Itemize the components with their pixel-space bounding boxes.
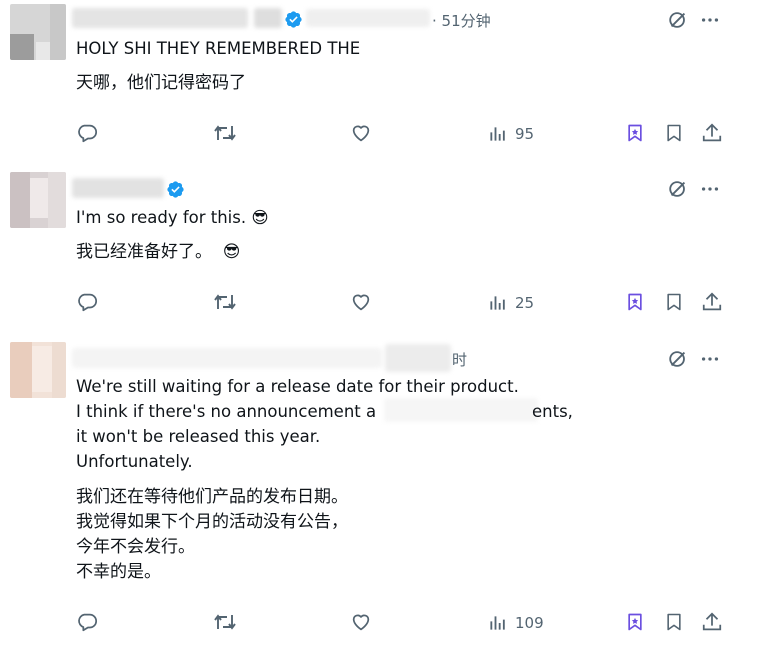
translation-text-line: 我觉得如果下个月的活动没有公告，	[76, 512, 348, 532]
bookmark-icon[interactable]	[664, 610, 684, 634]
translation-text-line: 天哪，他们记得密码了	[76, 73, 246, 93]
post-text-line: HOLY SHI THEY REMEMBERED THE	[76, 39, 361, 58]
share-icon[interactable]	[701, 610, 723, 634]
grok-icon[interactable]	[625, 290, 645, 314]
grok-icon[interactable]	[667, 9, 689, 31]
bookmark-icon[interactable]	[664, 121, 684, 145]
like-icon[interactable]	[350, 290, 372, 314]
views-icon[interactable]	[488, 611, 508, 635]
reply-icon[interactable]	[76, 121, 98, 145]
verified-badge-icon	[167, 181, 184, 198]
reply-icon[interactable]	[76, 610, 98, 634]
post-text-line: it won't be released this year.	[76, 427, 321, 446]
retweet-icon[interactable]	[213, 610, 237, 634]
views-count[interactable]: 95	[515, 125, 534, 143]
post-text-line: ents,	[532, 402, 573, 421]
bookmark-icon[interactable]	[664, 290, 684, 314]
reply-icon[interactable]	[76, 290, 98, 314]
grok-icon[interactable]	[667, 178, 689, 200]
post-text-line: Unfortunately.	[76, 452, 193, 471]
author-name-redacted[interactable]	[72, 8, 248, 28]
more-icon[interactable]	[699, 9, 721, 31]
views-icon[interactable]	[488, 291, 508, 315]
avatar[interactable]	[10, 172, 66, 228]
post-text-line: I think if there's no announcement a	[76, 402, 377, 421]
avatar[interactable]	[10, 342, 66, 398]
post-text-line: I'm so ready for this. 😎	[76, 208, 269, 227]
translation-text-line: 我们还在等待他们产品的发布日期。	[76, 487, 348, 507]
like-icon[interactable]	[350, 121, 372, 145]
handle-redacted[interactable]	[306, 9, 430, 27]
author-name-redacted[interactable]	[72, 348, 382, 368]
post-time[interactable]: · 51分钟	[432, 10, 491, 31]
retweet-icon[interactable]	[213, 290, 237, 314]
like-icon[interactable]	[350, 610, 372, 634]
grok-icon[interactable]	[667, 348, 689, 370]
retweet-icon[interactable]	[213, 121, 237, 145]
verified-badge-icon	[285, 11, 302, 28]
translation-text-line: 今年不会发行。	[76, 537, 195, 557]
post-time-fragment[interactable]: 时	[452, 349, 467, 370]
avatar[interactable]	[10, 4, 66, 60]
handle-redacted[interactable]	[385, 344, 451, 372]
share-icon[interactable]	[701, 290, 723, 314]
share-icon[interactable]	[701, 121, 723, 145]
post-text-line: We're still waiting for a release date f…	[76, 377, 519, 396]
grok-icon[interactable]	[625, 121, 645, 145]
post-text-redacted	[384, 398, 538, 422]
author-name-redacted	[254, 8, 282, 28]
translation-text-line: 不幸的是。	[76, 562, 161, 582]
views-count[interactable]: 25	[515, 294, 534, 312]
views-icon[interactable]	[488, 122, 508, 146]
more-icon[interactable]	[699, 348, 721, 370]
views-count[interactable]: 109	[515, 614, 544, 632]
more-icon[interactable]	[699, 178, 721, 200]
grok-icon[interactable]	[625, 610, 645, 634]
translation-text-line: 我已经准备好了。 😎	[76, 242, 241, 262]
author-name-redacted[interactable]	[72, 178, 164, 198]
